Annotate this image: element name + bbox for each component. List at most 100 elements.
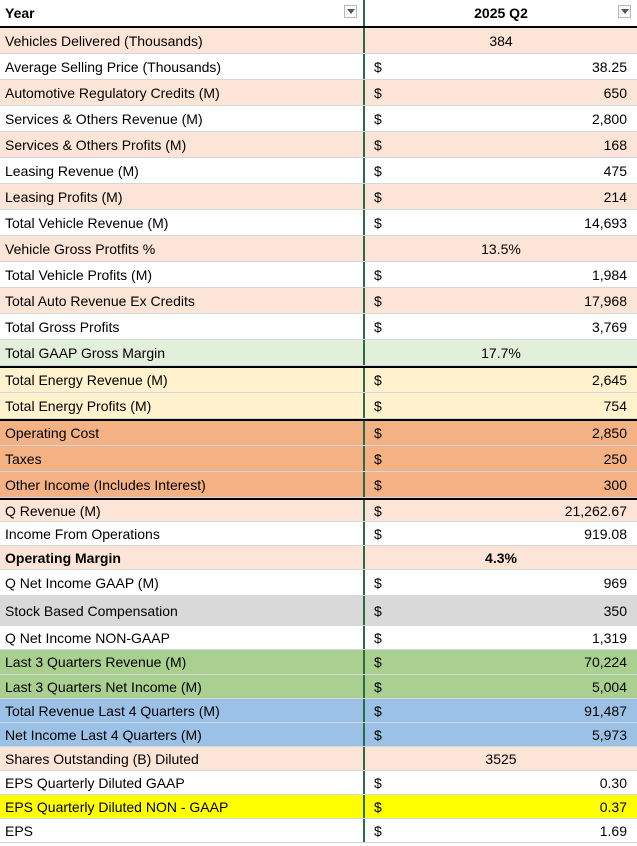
row-label-cell[interactable]: EPS Quarterly Diluted NON - GAAP xyxy=(0,795,365,818)
currency-symbol: $ xyxy=(374,702,382,719)
filter-dropdown-year-icon[interactable] xyxy=(344,5,357,18)
row-label: Total Energy Revenue (M) xyxy=(5,372,168,388)
table-row: Total Vehicle Profits (M) $1,984 xyxy=(0,262,637,288)
row-label-cell[interactable]: Shares Outstanding (B) Diluted xyxy=(0,747,365,770)
table-row: EPS Quarterly Diluted NON - GAAP $0.37 xyxy=(0,795,637,819)
row-label-cell[interactable]: Total Energy Profits (M) xyxy=(0,393,365,418)
row-value-cell[interactable]: $91,487 xyxy=(365,699,637,722)
row-label-cell[interactable]: Leasing Revenue (M) xyxy=(0,158,365,183)
row-value-cell[interactable]: $0.37 xyxy=(365,795,637,818)
row-value-cell[interactable]: $3,769 xyxy=(365,314,637,339)
row-label-cell[interactable]: Total Gross Profits xyxy=(0,314,365,339)
row-label: EPS Quarterly Diluted GAAP xyxy=(5,774,185,791)
currency-symbol: $ xyxy=(374,602,382,619)
table-row: Q Revenue (M) $21,262.67 xyxy=(0,498,637,522)
row-value-cell[interactable]: $754 xyxy=(365,393,637,418)
currency-symbol: $ xyxy=(374,525,382,542)
row-value-cell[interactable]: $300 xyxy=(365,472,637,497)
row-label: Average Selling Price (Thousands) xyxy=(5,58,222,75)
row-label-cell[interactable]: Total Vehicle Revenue (M) xyxy=(0,210,365,235)
row-value-cell[interactable]: $0.30 xyxy=(365,771,637,794)
table-row: Services & Others Revenue (M) $2,800 xyxy=(0,106,637,132)
table-row: Total GAAP Gross Margin 17.7% xyxy=(0,340,637,366)
currency-symbol: $ xyxy=(374,798,382,815)
row-label-cell[interactable]: EPS Quarterly Diluted GAAP xyxy=(0,771,365,794)
row-value: 919.08 xyxy=(584,525,627,542)
row-label-cell[interactable]: Operating Margin xyxy=(0,546,365,569)
row-value-cell[interactable]: $214 xyxy=(365,184,637,209)
row-value: 300 xyxy=(603,476,627,493)
row-label-cell[interactable]: Total GAAP Gross Margin xyxy=(0,340,365,365)
row-label-cell[interactable]: Income From Operations xyxy=(0,522,365,545)
row-value-cell[interactable]: $250 xyxy=(365,446,637,471)
row-label-cell[interactable]: Other Income (Includes Interest) xyxy=(0,472,365,497)
row-label-cell[interactable]: Net Income Last 4 Quarters (M) xyxy=(0,723,365,746)
row-value-cell[interactable]: $168 xyxy=(365,132,637,157)
row-value-cell[interactable]: $1,319 xyxy=(365,626,637,649)
row-label-cell[interactable]: Operating Cost xyxy=(0,421,365,445)
row-label-cell[interactable]: Total Vehicle Profits (M) xyxy=(0,262,365,287)
row-label: EPS Quarterly Diluted NON - GAAP xyxy=(5,798,229,815)
row-label-cell[interactable]: Q Net Income NON-GAAP xyxy=(0,626,365,649)
row-value-cell[interactable]: $2,850 xyxy=(365,421,637,445)
header-quarter-cell[interactable]: 2025 Q2 xyxy=(365,0,637,26)
currency-symbol: $ xyxy=(374,58,382,75)
row-label-cell[interactable]: Vehicle Gross Protfits % xyxy=(0,236,365,261)
row-value-cell[interactable]: $969 xyxy=(365,570,637,595)
row-label-cell[interactable]: Last 3 Quarters Net Income (M) xyxy=(0,675,365,698)
row-value-cell[interactable]: 17.7% xyxy=(365,340,637,365)
row-label-cell[interactable]: Total Revenue Last 4 Quarters (M) xyxy=(0,699,365,722)
table-row: Total Gross Profits $3,769 xyxy=(0,314,637,340)
currency-symbol: $ xyxy=(374,266,382,283)
currency-symbol: $ xyxy=(374,476,382,493)
row-label-cell[interactable]: Services & Others Revenue (M) xyxy=(0,106,365,131)
row-label-cell[interactable]: EPS xyxy=(0,819,365,842)
row-value-cell[interactable]: $2,645 xyxy=(365,368,637,392)
row-value-cell[interactable]: $17,968 xyxy=(365,288,637,313)
row-value-cell[interactable]: $70,224 xyxy=(365,650,637,674)
row-value: 17.7% xyxy=(481,344,521,361)
row-label: Other Income (Includes Interest) xyxy=(5,476,206,493)
row-value-cell[interactable]: $14,693 xyxy=(365,210,637,235)
currency-symbol: $ xyxy=(374,110,382,127)
row-label-cell[interactable]: Stock Based Compensation xyxy=(0,596,365,625)
row-label-cell[interactable]: Total Auto Revenue Ex Credits xyxy=(0,288,365,313)
row-label-cell[interactable]: Q Revenue (M) xyxy=(0,500,365,521)
row-label-cell[interactable]: Total Energy Revenue (M) xyxy=(0,368,365,392)
row-value-cell[interactable]: $1,984 xyxy=(365,262,637,287)
header-year-label: Year xyxy=(5,5,35,21)
row-label-cell[interactable]: Last 3 Quarters Revenue (M) xyxy=(0,650,365,674)
row-label-cell[interactable]: Taxes xyxy=(0,446,365,471)
row-value-cell[interactable]: $2,800 xyxy=(365,106,637,131)
row-label-cell[interactable]: Q Net Income GAAP (M) xyxy=(0,570,365,595)
row-label-cell[interactable]: Vehicles Delivered (Thousands) xyxy=(0,28,365,53)
row-value-cell[interactable]: 13.5% xyxy=(365,236,637,261)
row-value-cell[interactable]: $650 xyxy=(365,80,637,105)
row-label-cell[interactable]: Automotive Regulatory Credits (M) xyxy=(0,80,365,105)
table-row: Leasing Profits (M) $214 xyxy=(0,184,637,210)
row-value-cell[interactable]: $21,262.67 xyxy=(365,500,637,521)
table-row: Total Revenue Last 4 Quarters (M) $91,487 xyxy=(0,699,637,723)
row-value-cell[interactable]: $5,004 xyxy=(365,675,637,698)
currency-symbol: $ xyxy=(374,502,382,519)
row-value-cell[interactable]: $1.69 xyxy=(365,819,637,842)
row-value-cell[interactable]: 384 xyxy=(365,28,637,53)
row-value-cell[interactable]: $475 xyxy=(365,158,637,183)
row-value-cell[interactable]: $350 xyxy=(365,596,637,625)
currency-symbol: $ xyxy=(374,726,382,743)
row-value-cell[interactable]: $38.25 xyxy=(365,54,637,79)
row-value-cell[interactable]: 4.3% xyxy=(365,546,637,569)
row-label: Net Income Last 4 Quarters (M) xyxy=(5,726,202,743)
row-label: Total Revenue Last 4 Quarters (M) xyxy=(5,702,220,719)
header-year-cell[interactable]: Year xyxy=(0,0,365,26)
row-value-cell[interactable]: $5,973 xyxy=(365,723,637,746)
row-value-cell[interactable]: 3525 xyxy=(365,747,637,770)
row-label-cell[interactable]: Average Selling Price (Thousands) xyxy=(0,54,365,79)
row-label: Vehicle Gross Protfits % xyxy=(5,240,156,257)
row-value: 650 xyxy=(603,84,627,101)
table-row: Income From Operations $919.08 xyxy=(0,522,637,546)
filter-dropdown-quarter-icon[interactable] xyxy=(618,5,631,18)
row-label-cell[interactable]: Services & Others Profits (M) xyxy=(0,132,365,157)
row-value-cell[interactable]: $919.08 xyxy=(365,522,637,545)
row-label-cell[interactable]: Leasing Profits (M) xyxy=(0,184,365,209)
